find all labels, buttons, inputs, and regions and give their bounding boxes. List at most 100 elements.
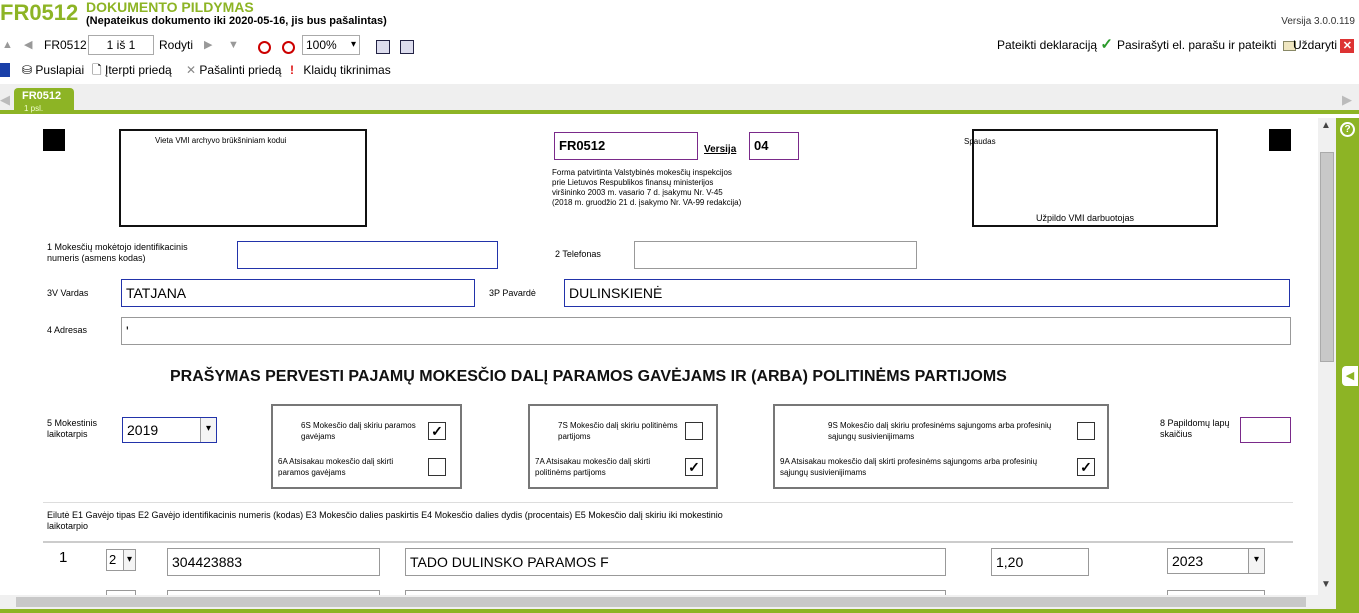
taxpayer-id-input[interactable] — [237, 241, 498, 269]
next-page-icon[interactable]: ▶ — [204, 33, 212, 57]
option-6a-label: 6A Atsisakau mokesčio dalį skirti paramo… — [278, 457, 394, 477]
remove-attachment-button[interactable]: ✕ Pašalinti priedą — [186, 58, 281, 82]
version-field: 04 — [749, 132, 799, 160]
political-parties-group: 7S Mokesčio dalį skiriu politinėms parti… — [528, 404, 718, 489]
option-6a-checkbox[interactable] — [428, 458, 446, 476]
first-name-input[interactable]: TATJANA — [121, 279, 475, 307]
edit-icon[interactable] — [376, 38, 390, 54]
help-icon[interactable]: ? — [1340, 122, 1355, 137]
check-icon: ✓ — [1100, 36, 1113, 53]
document-add-icon: 🗋 — [92, 63, 102, 77]
tax-period-value: 2019 — [127, 422, 159, 438]
tab-page-count: 1 psl. — [24, 104, 44, 113]
tax-period-select[interactable]: 2019 ▾ — [122, 417, 217, 443]
until-year-select[interactable]: 2023 ▾ — [1167, 548, 1265, 574]
option-7s-label: 7S Mokesčio dalį skiriu politinėms parti… — [558, 421, 678, 441]
pages-label: Puslapiai — [35, 63, 85, 77]
last-page-icon[interactable]: ▼ — [228, 33, 239, 57]
taxpayer-id-label: 1 Mokesčių mokėtojo identifikacinis nume… — [47, 242, 188, 263]
chevron-down-icon: ▾ — [200, 418, 216, 442]
row-number: 1 — [59, 549, 68, 566]
option-9s-checkbox[interactable] — [1077, 422, 1095, 440]
page-number-input[interactable]: 1 iš 1 — [88, 35, 154, 55]
prev-page-icon[interactable]: ◀ — [24, 33, 32, 57]
first-page-icon[interactable]: ▲ — [2, 33, 13, 57]
phone-label: 2 Telefonas — [555, 249, 601, 259]
toolbar-form-code: FR0512 — [44, 38, 87, 52]
purpose-input[interactable]: TADO DULINSKO PARAMOS F — [405, 548, 946, 576]
approval-note: Forma patvirtinta Valstybinės mokesčių i… — [552, 168, 742, 207]
recipient-code-input[interactable]: 304423883 — [167, 548, 380, 576]
version-label: Versija — [704, 144, 737, 155]
zoom-select[interactable]: 100% ▾ — [302, 35, 360, 55]
stamp-box: Spaudas Užpildo VMI darbuotojas — [964, 129, 1218, 227]
error-check-label: Klaidų tikrinimas — [303, 63, 391, 77]
last-name-input[interactable]: DULINSKIENĖ — [564, 279, 1290, 307]
tab-strip — [0, 84, 1359, 114]
table-header: Eilutė E1 Gavėjo tipas E2 Gavėjo identif… — [47, 510, 723, 531]
corner-marker — [43, 129, 65, 151]
trade-unions-group: 9S Mokesčio dalį skiriu profesinėms sąju… — [773, 404, 1109, 489]
close-button[interactable]: Uždaryti ✕ — [1293, 33, 1355, 57]
bottom-border — [0, 609, 1359, 613]
percent-input[interactable]: 1,20 — [991, 548, 1089, 576]
table-row-partial — [43, 586, 1293, 595]
option-9a-checkbox[interactable]: ✓ — [1077, 458, 1095, 476]
document-subtitle: (Nepateikus dokumento iki 2020-05-16, ji… — [86, 15, 387, 27]
barcode-label: Vieta VMI archyvo brūkšniniam kodui — [155, 136, 287, 145]
insert-attachment-button[interactable]: 🗋 Įterpti priedą — [92, 58, 172, 82]
stamp-footer: Užpildo VMI darbuotojas — [1036, 213, 1135, 223]
corner-marker — [1269, 129, 1291, 151]
vertical-scroll-thumb[interactable] — [1320, 152, 1334, 362]
scroll-down-icon[interactable]: ▼ — [1321, 579, 1331, 590]
tab-label: FR0512 — [22, 90, 62, 102]
pages-button[interactable]: ⛁ Puslapiai — [22, 58, 84, 82]
sign-and-submit-button[interactable]: Pasirašyti el. parašu ir pateikti — [1117, 33, 1296, 57]
divider — [43, 502, 1293, 503]
panel-expand-icon[interactable]: ◀ — [1342, 366, 1358, 386]
warning-icon: ! — [290, 63, 294, 77]
submit-declaration-button[interactable]: Pateikti deklaraciją ✓ — [997, 33, 1113, 57]
error-check-button[interactable]: ! Klaidų tikrinimas — [290, 58, 391, 82]
zoom-value: 100% — [306, 38, 337, 52]
show-button[interactable]: Rodyti — [159, 33, 193, 57]
horizontal-scroll-thumb[interactable] — [16, 597, 1306, 607]
tab-scroll-right-icon[interactable]: ▶ — [1342, 92, 1352, 108]
zoom-out-icon[interactable] — [258, 38, 271, 54]
zoom-in-icon[interactable] — [282, 38, 295, 54]
stamp-label: Spaudas — [964, 137, 996, 146]
tab-fr0512[interactable]: FR0512 1 psl. — [14, 88, 74, 114]
option-7s-checkbox[interactable] — [685, 422, 703, 440]
phone-input[interactable] — [634, 241, 917, 269]
chevron-down-icon: ▾ — [1248, 549, 1264, 573]
recipient-type-select[interactable]: 2 ▾ — [106, 549, 136, 571]
extra-pages-input[interactable] — [1240, 417, 1291, 443]
option-6s-label: 6S Mokesčio dalį skiriu paramos gavėjams — [301, 421, 416, 441]
option-6s-checkbox[interactable]: ✓ — [428, 422, 446, 440]
form-code-field: FR0512 — [554, 132, 698, 160]
section-title: PRAŠYMAS PERVESTI PAJAMŲ MOKESČIO DALĮ P… — [170, 368, 1007, 385]
save-icon[interactable] — [0, 63, 10, 77]
chevron-down-icon: ▾ — [350, 39, 356, 50]
secondary-toolbar: ⛁ Puslapiai 🗋 Įterpti priedą ✕ Pašalinti… — [0, 58, 1359, 82]
support-recipients-group: 6S Mokesčio dalį skiriu paramos gavėjams… — [271, 404, 462, 489]
scroll-up-icon[interactable]: ▲ — [1321, 120, 1331, 131]
extra-pages-label: 8 Papildomų lapų skaičius — [1160, 418, 1230, 439]
chevron-down-icon: ▾ — [123, 550, 135, 570]
tab-scroll-left-icon[interactable]: ◀ — [0, 92, 10, 108]
edit-all-icon[interactable] — [400, 38, 414, 54]
option-9s-label: 9S Mokesčio dalį skiriu profesinėms sąju… — [828, 421, 1052, 441]
close-label: Uždaryti — [1293, 38, 1338, 52]
first-name-label: 3V Vardas — [47, 288, 89, 298]
remove-icon: ✕ — [186, 63, 197, 77]
address-input[interactable]: ' — [121, 317, 1291, 345]
pages-icon: ⛁ — [22, 63, 33, 77]
option-7a-checkbox[interactable]: ✓ — [685, 458, 703, 476]
submit-declaration-label: Pateikti deklaraciją — [997, 38, 1098, 52]
sign-and-submit-label: Pasirašyti el. parašu ir pateikti — [1117, 38, 1277, 52]
until-year-value: 2023 — [1172, 553, 1204, 569]
document-title: DOKUMENTO PILDYMAS — [86, 0, 254, 15]
last-name-label: 3P Pavardė — [489, 288, 536, 298]
close-icon: ✕ — [1340, 38, 1355, 53]
option-9a-label: 9A Atsisakau mokesčio dalį skirti profes… — [780, 457, 1038, 477]
